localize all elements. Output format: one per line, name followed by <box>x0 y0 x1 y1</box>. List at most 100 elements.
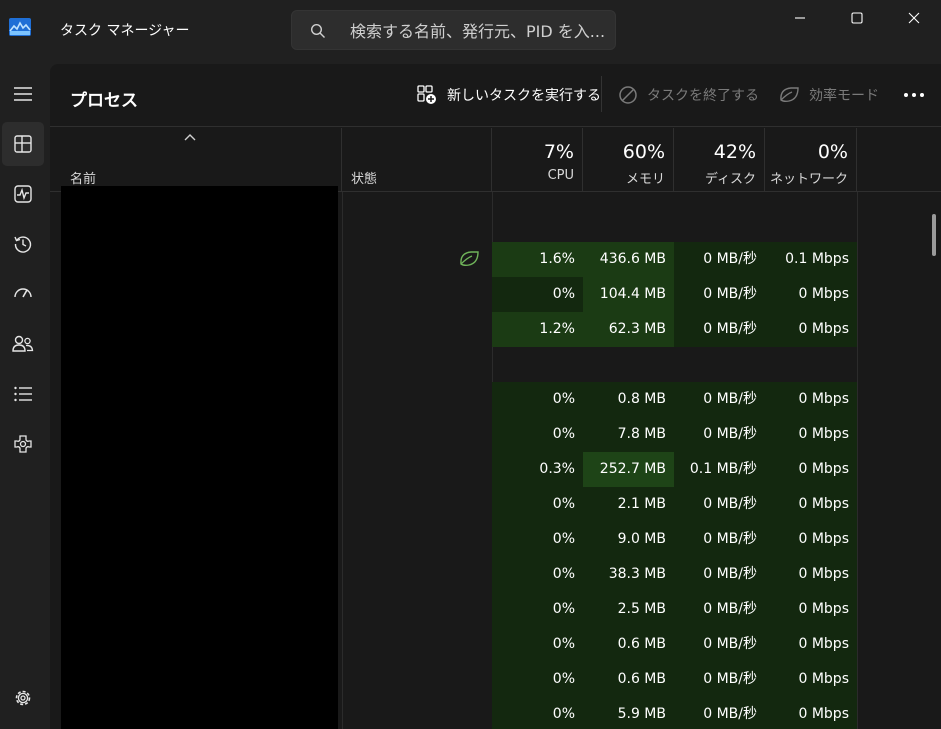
cpu-cell: 0% <box>492 277 583 312</box>
redacted-process-names <box>61 186 338 729</box>
network-cell: 0 Mbps <box>765 382 857 417</box>
cpu-cell: 0% <box>492 662 583 697</box>
end-task-icon <box>619 86 637 104</box>
disk-cell: 0 MB/秒 <box>674 592 765 627</box>
memory-cell: 38.3 MB <box>583 557 674 592</box>
cpu-cell: 1.2% <box>492 312 583 347</box>
disk-total-percent: 42% <box>713 141 756 163</box>
network-cell: 0 Mbps <box>765 522 857 557</box>
disk-cell: 0 MB/秒 <box>674 382 765 417</box>
column-header-name[interactable]: 名前 <box>50 128 342 192</box>
nav-services[interactable] <box>2 422 44 466</box>
app-history-icon <box>14 236 32 253</box>
disk-cell: 0.1 MB/秒 <box>674 452 765 487</box>
network-cell: 0 Mbps <box>765 557 857 592</box>
nav-app-history[interactable] <box>2 222 44 266</box>
nav-hamburger-menu[interactable] <box>2 72 44 116</box>
navigation-pane <box>0 64 50 729</box>
column-network-label: ネットワーク <box>769 172 848 187</box>
memory-cell: 436.6 MB <box>583 242 674 277</box>
memory-total-percent: 60% <box>622 141 665 163</box>
network-cell: 0 Mbps <box>765 417 857 452</box>
column-disk-label: ディスク <box>704 172 756 187</box>
end-task-button[interactable]: タスクを終了する <box>618 82 759 108</box>
memory-cell: 0.6 MB <box>583 627 674 662</box>
run-new-task-label: 新しいタスクを実行する <box>447 88 601 104</box>
nav-details[interactable] <box>2 372 44 416</box>
page-title: プロセス <box>70 91 138 111</box>
disk-cell: 0 MB/秒 <box>674 627 765 662</box>
window-title: タスク マネージャー <box>60 23 190 39</box>
network-cell: 0 Mbps <box>765 592 857 627</box>
efficiency-mode-leaf-icon <box>460 251 479 267</box>
search-input[interactable] <box>350 19 605 43</box>
services-icon <box>14 435 32 453</box>
toolbar: プロセス 新しいタスクを実行する タスクを終了する 効率モード <box>50 64 941 127</box>
disk-cell: 0 MB/秒 <box>674 487 765 522</box>
maximize-icon <box>851 12 863 24</box>
details-icon <box>14 386 32 402</box>
column-header-status[interactable]: 状態 <box>342 128 492 192</box>
performance-icon <box>14 185 32 203</box>
cpu-cell: 0% <box>492 592 583 627</box>
memory-cell: 104.4 MB <box>583 277 674 312</box>
cpu-cell: 0% <box>492 627 583 662</box>
disk-cell: 0 MB/秒 <box>674 662 765 697</box>
new-task-icon <box>417 85 436 104</box>
efficiency-leaf-icon <box>780 87 799 103</box>
disk-cell: 0 MB/秒 <box>674 312 765 347</box>
startup-apps-icon <box>14 288 32 298</box>
nav-performance[interactable] <box>2 172 44 216</box>
column-header-cpu[interactable]: 7% CPU <box>492 128 583 192</box>
nav-users[interactable] <box>2 322 44 366</box>
column-memory-label: メモリ <box>625 172 665 187</box>
efficiency-mode-button[interactable]: 効率モード <box>778 82 879 108</box>
more-options-button[interactable] <box>900 82 928 108</box>
cpu-cell: 0% <box>492 697 583 729</box>
disk-cell: 0 MB/秒 <box>674 417 765 452</box>
processes-page: プロセス 新しいタスクを実行する タスクを終了する 効率モード 名前 状態 7%… <box>50 64 941 729</box>
search-box[interactable] <box>291 10 616 50</box>
search-icon <box>310 23 325 38</box>
column-header-memory[interactable]: 60% メモリ <box>583 128 674 192</box>
memory-cell: 7.8 MB <box>583 417 674 452</box>
minimize-button[interactable] <box>771 0 829 36</box>
maximize-button[interactable] <box>828 0 886 36</box>
minimize-icon <box>795 17 805 19</box>
efficiency-mode-label: 効率モード <box>809 88 879 104</box>
network-cell: 0 Mbps <box>765 697 857 729</box>
sort-ascending-icon <box>184 134 196 141</box>
nav-processes[interactable] <box>2 122 44 166</box>
toolbar-separator <box>601 76 602 112</box>
network-cell: 0 Mbps <box>765 662 857 697</box>
title-bar: タスク マネージャー <box>0 0 941 64</box>
memory-cell: 2.5 MB <box>583 592 674 627</box>
memory-cell: 62.3 MB <box>583 312 674 347</box>
column-header-network[interactable]: 0% ネットワーク <box>765 128 857 192</box>
column-name-label: 名前 <box>70 172 97 187</box>
cpu-cell: 1.6% <box>492 242 583 277</box>
nav-settings[interactable] <box>2 676 44 720</box>
network-cell: 0 Mbps <box>765 277 857 312</box>
network-cell: 0 Mbps <box>765 452 857 487</box>
run-new-task-button[interactable]: 新しいタスクを実行する <box>416 82 601 108</box>
column-header-disk[interactable]: 42% ディスク <box>674 128 765 192</box>
memory-cell: 9.0 MB <box>583 522 674 557</box>
hamburger-menu-icon <box>14 87 32 101</box>
processes-icon <box>14 135 32 153</box>
task-manager-app-icon <box>9 18 31 36</box>
memory-cell: 0.6 MB <box>583 662 674 697</box>
vertical-scrollbar[interactable] <box>932 214 936 256</box>
disk-cell: 0 MB/秒 <box>674 557 765 592</box>
settings-icon <box>15 690 31 706</box>
memory-cell: 2.1 MB <box>583 487 674 522</box>
column-cpu-label: CPU <box>547 168 574 183</box>
cpu-cell: 0% <box>492 522 583 557</box>
end-task-label: タスクを終了する <box>647 88 759 104</box>
disk-cell: 0 MB/秒 <box>674 242 765 277</box>
memory-cell: 252.7 MB <box>583 452 674 487</box>
memory-cell: 5.9 MB <box>583 697 674 729</box>
close-button[interactable] <box>885 0 941 36</box>
column-divider <box>857 192 858 729</box>
nav-startup-apps[interactable] <box>2 272 44 316</box>
